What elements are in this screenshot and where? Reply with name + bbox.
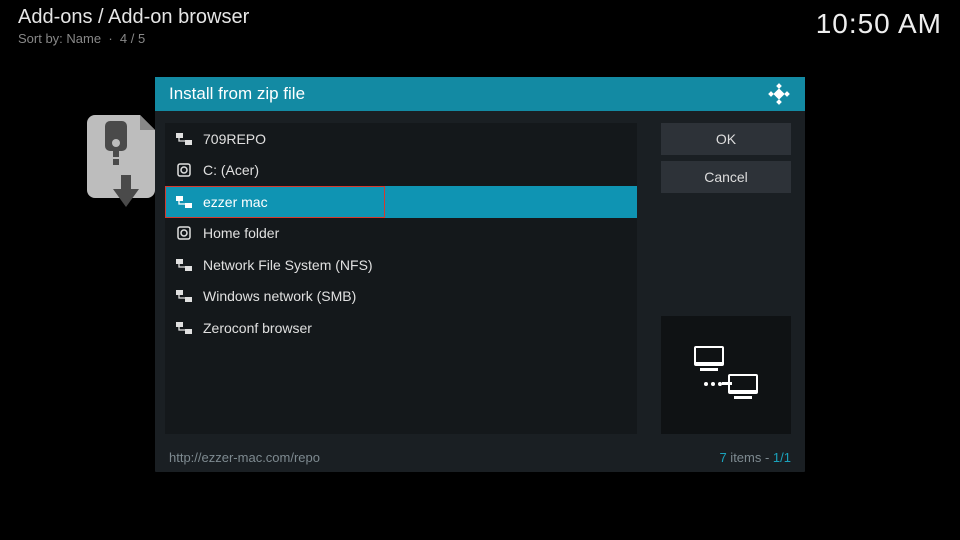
kodi-logo-icon — [767, 82, 791, 106]
list-item-label: C: (Acer) — [203, 162, 259, 178]
status-count: 7 items - 1/1 — [719, 450, 791, 465]
cancel-button[interactable]: Cancel — [661, 161, 791, 193]
clock: 10:50 AM — [816, 8, 942, 40]
dialog-titlebar: Install from zip file — [155, 77, 805, 111]
dialog-statusbar: http://ezzer-mac.com/repo 7 items - 1/1 — [155, 442, 805, 472]
list-item[interactable]: ezzer mac — [165, 186, 637, 218]
list-item-label: Windows network (SMB) — [203, 288, 356, 304]
preview-thumbnail — [661, 316, 791, 434]
network-icon — [175, 290, 193, 302]
network-icon — [175, 322, 193, 334]
file-list[interactable]: 709REPO C: (Acer) ezzer mac Home folder Netw… — [165, 123, 637, 434]
list-item[interactable]: Network File System (NFS) — [165, 249, 637, 281]
list-item-label: 709REPO — [203, 131, 266, 147]
network-icon — [175, 133, 193, 145]
disk-icon — [175, 163, 193, 177]
list-item-label: Home folder — [203, 225, 279, 241]
window-header: Add-ons / Add-on browser Sort by: Name ·… — [18, 6, 249, 46]
list-item[interactable]: Zeroconf browser — [165, 312, 637, 344]
ok-button[interactable]: OK — [661, 123, 791, 155]
list-item-label: Network File System (NFS) — [203, 257, 373, 273]
breadcrumb: Add-ons / Add-on browser — [18, 6, 249, 29]
install-from-zip-dialog: Install from zip file 709REPO C: (Acer) ez… — [155, 77, 805, 472]
disk-icon — [175, 226, 193, 240]
list-item[interactable]: 709REPO — [165, 123, 637, 155]
list-item[interactable]: Windows network (SMB) — [165, 281, 637, 313]
status-path: http://ezzer-mac.com/repo — [169, 450, 320, 465]
network-share-icon — [686, 340, 766, 410]
list-item[interactable]: C: (Acer) — [165, 155, 637, 187]
dialog-side-panel: OK Cancel — [661, 123, 791, 434]
sort-indicator: Sort by: Name · 4 / 5 — [18, 31, 249, 46]
network-icon — [175, 259, 193, 271]
dialog-title: Install from zip file — [169, 84, 305, 104]
list-item-label: Zeroconf browser — [203, 320, 312, 336]
zip-download-icon — [85, 115, 165, 213]
list-item[interactable]: Home folder — [165, 218, 637, 250]
